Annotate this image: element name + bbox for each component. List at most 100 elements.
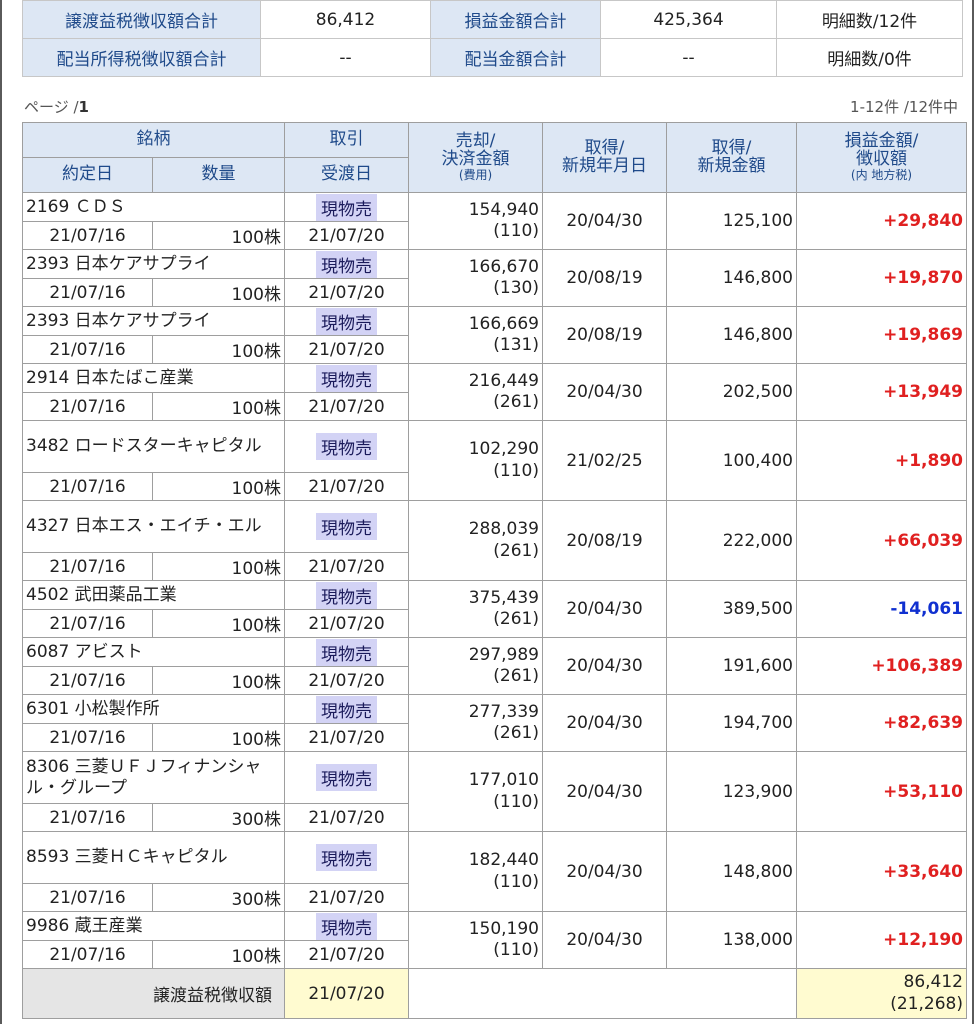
trade-type-cell: 現物売 (284, 694, 409, 724)
header-sale-amount: 売却/ 決済金額 (費用) (408, 122, 543, 193)
trade-type-cell: 現物売 (284, 192, 409, 222)
acquisition-date: 20/04/30 (542, 751, 667, 832)
sale-amount: 177,010 (110) (408, 751, 543, 832)
acquisition-date: 20/04/30 (542, 363, 667, 421)
security-name: 3482 ロードスターキャピタル (22, 420, 285, 473)
table-row: 9986 蔵王産業 現物売 150,190 (110) 20/04/30 138,000 +… (22, 911, 967, 969)
trade-type-badge: 現物売 (316, 844, 377, 871)
settlement-date: 21/07/20 (284, 278, 409, 307)
security-name: 2393 日本ケアサプライ (22, 306, 285, 336)
summary-value: -- (600, 38, 777, 77)
trade-type-cell: 現物売 (284, 751, 409, 804)
table-row: 2393 日本ケアサプライ 現物売 166,670 (130) 20/08/19 146,… (22, 249, 967, 307)
trade-type-badge: 現物売 (316, 193, 377, 221)
totals-label: 譲渡益税徴収額 (22, 968, 285, 1019)
security-name: 4327 日本エス・エイチ・エル (22, 500, 285, 553)
acquisition-amount: 222,000 (666, 500, 797, 581)
summary-row: 譲渡益税徴収額合計 86,412 損益金額合計 425,364 明細数/12件 (22, 0, 963, 39)
execution-date: 21/07/16 (22, 803, 153, 832)
summary-value: 425,364 (600, 0, 777, 39)
header-meigara: 銘柄 (22, 122, 285, 158)
security-name: 8306 三菱ＵＦＪフィナンシャル・グループ (22, 751, 285, 804)
totals-amount: 86,412 (21,268) (796, 968, 967, 1019)
acquisition-date: 20/04/30 (542, 694, 667, 752)
trade-type-cell: 現物売 (284, 911, 409, 941)
profit-loss: +12,190 (796, 911, 967, 969)
acquisition-date: 20/04/30 (542, 637, 667, 695)
summary-label: 譲渡益税徴収額合計 (22, 0, 261, 39)
trade-type-badge: 現物売 (316, 638, 377, 666)
security-name: 2914 日本たばこ産業 (22, 363, 285, 393)
trade-type-badge: 現物売 (316, 764, 377, 791)
settlement-date: 21/07/20 (284, 552, 409, 581)
acquisition-amount: 146,800 (666, 306, 797, 364)
acquisition-amount: 191,600 (666, 637, 797, 695)
settlement-date: 21/07/20 (284, 221, 409, 250)
trade-type-badge: 現物売 (316, 581, 377, 609)
trade-type-badge: 現物売 (316, 513, 377, 540)
acquisition-date: 20/08/19 (542, 306, 667, 364)
table-row: 6087 アビスト 現物売 297,989 (261) 20/04/30 191,600 +… (22, 637, 967, 695)
table-row: 2393 日本ケアサプライ 現物売 166,669 (131) 20/08/19 146,… (22, 306, 967, 364)
header-exec-date: 約定日 (22, 157, 153, 193)
acquisition-amount: 389,500 (666, 580, 797, 638)
frame-left-border (0, 0, 2, 1024)
quantity: 100株 (152, 552, 285, 581)
security-name: 4502 武田薬品工業 (22, 580, 285, 610)
quantity: 100株 (152, 278, 285, 307)
settlement-date: 21/07/20 (284, 666, 409, 695)
security-name: 6087 アビスト (22, 637, 285, 667)
trade-type-badge: 現物売 (316, 433, 377, 460)
table-row: 4327 日本エス・エイチ・エル 現物売 288,039 (261) 20/08/19 2… (22, 500, 967, 581)
table-row: 2914 日本たばこ産業 現物売 216,449 (261) 20/04/30 202,5… (22, 363, 967, 421)
quantity: 100株 (152, 723, 285, 752)
sale-amount: 102,290 (110) (408, 420, 543, 501)
settlement-date: 21/07/20 (284, 883, 409, 912)
acquisition-date: 20/04/30 (542, 192, 667, 250)
totals-row: 譲渡益税徴収額 21/07/20 86,412 (21,268) (22, 968, 967, 1019)
quantity: 300株 (152, 883, 285, 912)
header-quantity: 数量 (152, 157, 285, 193)
quantity: 300株 (152, 803, 285, 832)
table-row: 6301 小松製作所 現物売 277,339 (261) 20/04/30 194,700… (22, 694, 967, 752)
profit-loss: +1,890 (796, 420, 967, 501)
execution-date: 21/07/16 (22, 940, 153, 969)
execution-date: 21/07/16 (22, 392, 153, 421)
acquisition-date: 20/04/30 (542, 911, 667, 969)
sale-amount: 166,670 (130) (408, 249, 543, 307)
trade-type-badge: 現物売 (316, 695, 377, 723)
acquisition-date: 20/08/19 (542, 500, 667, 581)
trade-type-badge: 現物売 (316, 307, 377, 335)
execution-date: 21/07/16 (22, 552, 153, 581)
table-row: 3482 ロードスターキャピタル 現物売 102,290 (110) 21/02/25 1… (22, 420, 967, 501)
sale-amount: 288,039 (261) (408, 500, 543, 581)
acquisition-date: 20/04/30 (542, 831, 667, 912)
settlement-date: 21/07/20 (284, 723, 409, 752)
quantity: 100株 (152, 609, 285, 638)
execution-date: 21/07/16 (22, 883, 153, 912)
table-row: 8306 三菱ＵＦＪフィナンシャル・グループ 現物売 177,010 (110) 20/… (22, 751, 967, 832)
trade-type-cell: 現物売 (284, 249, 409, 279)
settlement-date: 21/07/20 (284, 472, 409, 501)
quantity: 100株 (152, 221, 285, 250)
acquisition-amount: 100,400 (666, 420, 797, 501)
acquisition-amount: 138,000 (666, 911, 797, 969)
profit-loss: +33,640 (796, 831, 967, 912)
transaction-table: 銘柄 取引 売却/ 決済金額 (費用) 取得/ 新規年月日 取得/ 新規金額 損… (22, 122, 967, 1019)
sale-amount: 297,989 (261) (408, 637, 543, 695)
profit-loss: +29,840 (796, 192, 967, 250)
summary-value: -- (260, 38, 431, 77)
quantity: 100株 (152, 392, 285, 421)
trade-type-cell: 現物売 (284, 580, 409, 610)
quantity: 100株 (152, 472, 285, 501)
header-torihiki: 取引 (284, 122, 409, 158)
summary-label: 配当所得税徴収額合計 (22, 38, 261, 77)
settlement-date: 21/07/20 (284, 335, 409, 364)
execution-date: 21/07/16 (22, 278, 153, 307)
execution-date: 21/07/16 (22, 609, 153, 638)
profit-loss: +19,869 (796, 306, 967, 364)
sale-amount: 277,339 (261) (408, 694, 543, 752)
profit-loss: +53,110 (796, 751, 967, 832)
security-name: 8593 三菱ＨＣキャピタル (22, 831, 285, 884)
acquisition-date: 21/02/25 (542, 420, 667, 501)
